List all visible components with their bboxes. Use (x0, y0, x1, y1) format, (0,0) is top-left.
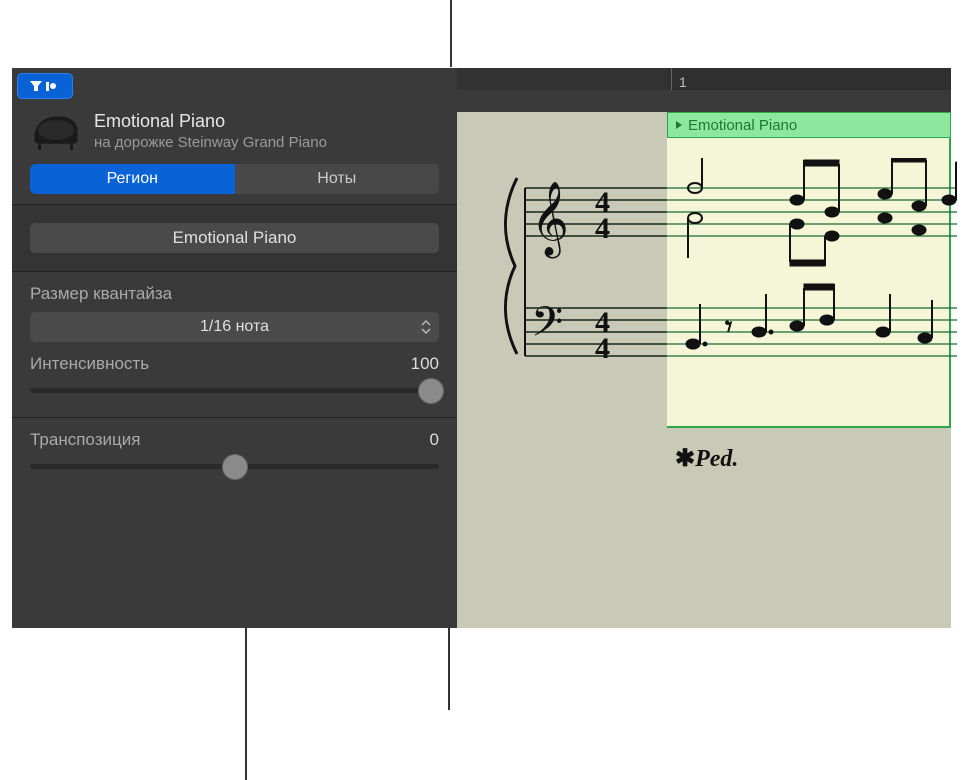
quantize-value: 1/16 нота (200, 318, 269, 336)
play-icon (676, 121, 682, 129)
intensity-slider[interactable] (30, 388, 439, 393)
quantize-dropdown[interactable]: 1/16 нота (30, 312, 439, 342)
grand-piano-icon (30, 110, 82, 152)
treble-clef: 𝄞 (531, 183, 569, 259)
transpose-value: 0 (430, 430, 439, 450)
callout-line-transpose (245, 605, 247, 780)
grand-staff[interactable]: 𝄞 𝄢 4 4 4 4 (487, 158, 957, 418)
tab-notes[interactable]: Ноты (235, 164, 440, 194)
region-header: Emotional Piano на дорожке Steinway Gran… (12, 110, 457, 164)
filter-button[interactable] (17, 73, 73, 99)
inspector-panel: Emotional Piano на дорожке Steinway Gran… (12, 68, 457, 628)
region-title: Emotional Piano (94, 111, 439, 132)
transpose-slider-thumb[interactable] (222, 454, 248, 480)
svg-text:𝄾: 𝄾 (725, 312, 732, 343)
intensity-slider-thumb[interactable] (418, 378, 444, 404)
app-window: Emotional Piano на дорожке Steinway Gran… (12, 68, 951, 628)
tab-switcher: Регион Ноты (30, 164, 439, 194)
ruler-bar-number: 1 (679, 74, 687, 90)
filter-icon (28, 79, 62, 93)
transpose-slider[interactable] (30, 464, 439, 469)
bass-clef: 𝄢 (531, 299, 563, 355)
bass-notes: 𝄾 (686, 284, 932, 349)
region-bar-label: Emotional Piano (688, 117, 797, 134)
time-ruler[interactable]: 1 (457, 68, 951, 112)
transpose-label: Транспозиция (30, 430, 140, 450)
tab-region[interactable]: Регион (30, 164, 235, 194)
chevron-up-down-icon (421, 319, 431, 335)
score-editor: 1 Emotional Piano (457, 68, 951, 628)
staff-brace (505, 178, 517, 354)
ruler-sub (457, 90, 951, 112)
quantize-label: Размер квантайза (30, 284, 439, 304)
track-subtitle: на дорожке Steinway Grand Piano (94, 134, 439, 151)
quantize-section: Размер квантайза 1/16 нота Интенсивность… (12, 272, 457, 418)
region-name-field[interactable]: Emotional Piano (30, 223, 439, 253)
region-header-bar[interactable]: Emotional Piano (667, 112, 951, 138)
transpose-section: Транспозиция 0 (12, 418, 457, 493)
callout-line-name-field (450, 0, 452, 67)
time-sig-bass-bottom: 4 (595, 332, 610, 365)
time-sig-treble-bottom: 4 (595, 212, 610, 245)
intensity-label: Интенсивность (30, 354, 149, 374)
intensity-value: 100 (411, 354, 439, 374)
pedal-marking: ✱Ped. (675, 444, 738, 473)
